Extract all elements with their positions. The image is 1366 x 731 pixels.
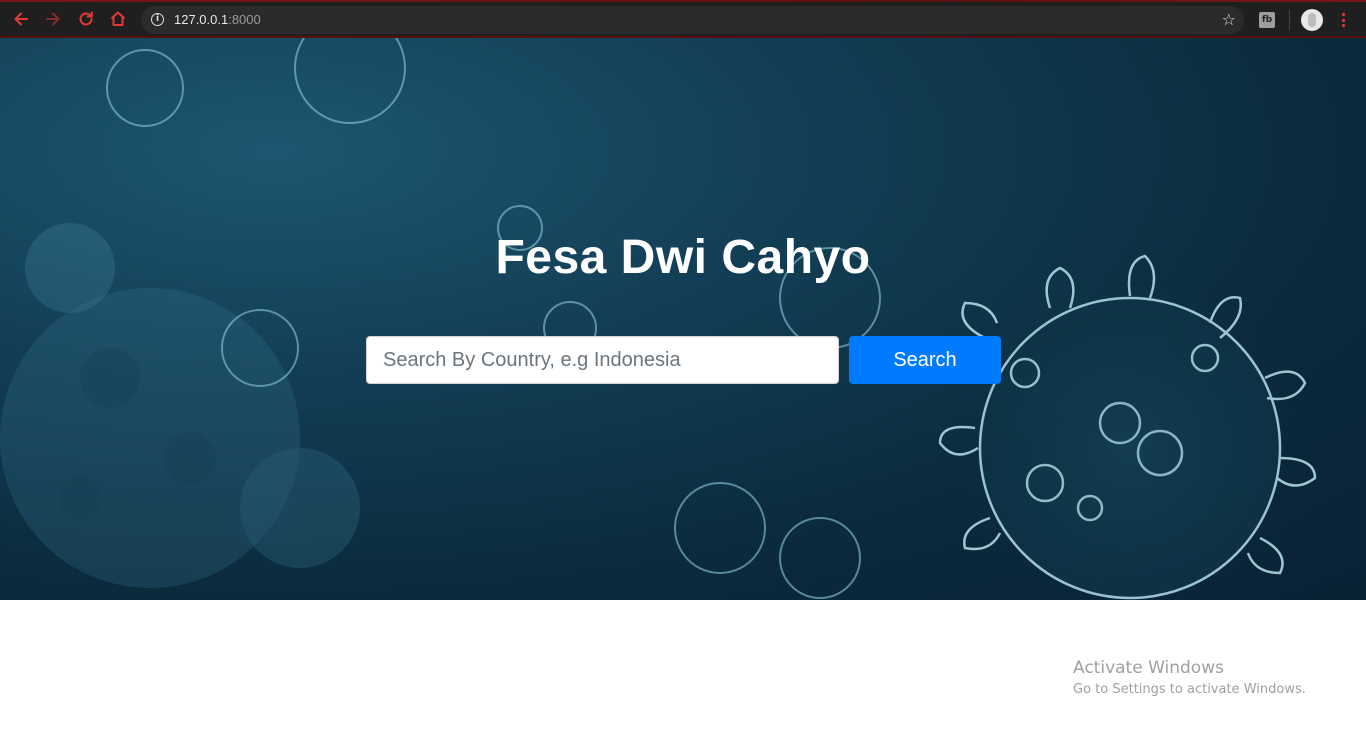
watermark-title: Activate Windows [1073,658,1224,678]
home-icon [110,11,126,26]
address-bar[interactable]: i 127.0.0.1:8000 ☆ [141,6,1244,34]
star-icon[interactable]: ☆ [1222,10,1236,29]
profile-avatar[interactable] [1301,9,1323,31]
home-button[interactable] [108,9,128,29]
back-button[interactable] [11,9,31,29]
tab-strip-accent [0,0,1366,2]
search-button[interactable]: Search [849,336,1001,384]
arrow-right-icon [46,12,60,26]
toolbar-separator [1289,10,1290,30]
url-host: 127.0.0.1 [174,12,229,27]
hero-banner: Fesa Dwi Cahyo Search [0,38,1366,600]
page-title: Fesa Dwi Cahyo [495,231,871,284]
url-text[interactable]: 127.0.0.1:8000 [174,12,261,27]
arrow-left-icon [14,12,28,26]
forward-button[interactable] [43,9,63,29]
reload-icon [79,11,93,26]
country-search-input[interactable] [366,336,839,384]
extension-icon[interactable]: fb [1259,12,1275,28]
url-port: :8000 [228,12,261,27]
kebab-menu-icon[interactable] [1336,10,1350,30]
reload-button[interactable] [76,9,96,29]
watermark-subtitle: Go to Settings to activate Windows. [1073,682,1306,697]
virus-background-image [0,38,1317,600]
info-icon[interactable]: i [151,13,164,26]
browser-toolbar: i 127.0.0.1:8000 ☆ fb [0,0,1366,38]
activate-windows-watermark: Activate Windows Go to Settings to activ… [1073,656,1306,700]
